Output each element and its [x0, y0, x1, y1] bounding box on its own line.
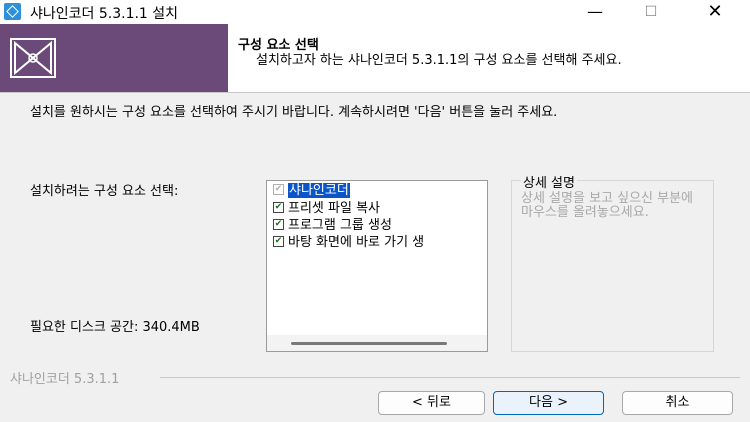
- checkbox-program-group[interactable]: ✔: [273, 219, 284, 230]
- disk-space-label: 필요한 디스크 공간: 340.4MB: [30, 320, 200, 335]
- checkbox-shanaencoder: ✔: [273, 184, 284, 195]
- instruction-text: 설치를 원하시는 구성 요소를 선택하여 주시기 바랍니다. 계속하시려면 '다…: [30, 105, 558, 120]
- banner-side-panel: [0, 24, 228, 92]
- installer-logo-icon: [10, 38, 56, 78]
- maximize-button[interactable]: ☐: [628, 0, 674, 24]
- cancel-button[interactable]: 취소: [622, 391, 733, 415]
- component-item-program-group[interactable]: ✔ 프로그램 그룹 생성: [273, 218, 392, 234]
- close-button[interactable]: ✕: [692, 0, 738, 24]
- component-list[interactable]: ✔ 샤나인코더 ✔ 프리셋 파일 복사 ✔ 프로그램 그룹 생성 ✔ 바탕 화면에 바로…: [266, 180, 488, 352]
- scrollbar-thumb[interactable]: [291, 342, 447, 345]
- installer-app-icon: [4, 3, 21, 20]
- component-item-preset-copy[interactable]: ✔ 프리셋 파일 복사: [273, 201, 380, 217]
- component-label: 샤나인코더: [288, 183, 350, 198]
- component-label: 프리셋 파일 복사: [288, 201, 380, 216]
- window-title: 샤나인코더 5.3.1.1 설치: [30, 6, 179, 22]
- horizontal-scrollbar[interactable]: [267, 335, 487, 351]
- component-item-shanaencoder[interactable]: ✔ 샤나인코더: [273, 183, 350, 199]
- page-title: 구성 요소 선택: [238, 38, 319, 53]
- component-label: 프로그램 그룹 생성: [288, 218, 392, 233]
- brand-text: 샤나인코더 5.3.1.1: [10, 372, 120, 387]
- minimize-button[interactable]: —: [572, 0, 618, 24]
- component-select-label: 설치하려는 구성 요소 선택:: [30, 184, 179, 199]
- component-item-desktop-shortcut[interactable]: ✔ 바탕 화면에 바로 가기 생: [273, 235, 424, 251]
- description-text: 상세 설명을 보고 싶으신 부분에 마우스를 올려놓으세요.: [521, 191, 694, 220]
- back-button[interactable]: < 뒤로: [378, 391, 485, 415]
- header-banner: 구성 요소 선택 설치하고자 하는 샤나인코더 5.3.1.1의 구성 요소를 …: [0, 24, 750, 92]
- footer-divider: [160, 377, 740, 378]
- title-bar: 샤나인코더 5.3.1.1 설치 — ☐ ✕: [0, 0, 750, 24]
- banner-divider: [0, 92, 750, 93]
- checkbox-preset-copy[interactable]: ✔: [273, 202, 284, 213]
- page-description: 설치하고자 하는 샤나인코더 5.3.1.1의 구성 요소를 선택해 주세요.: [256, 53, 622, 68]
- component-label: 바탕 화면에 바로 가기 생: [288, 235, 425, 250]
- description-title: 상세 설명: [521, 172, 577, 191]
- next-button[interactable]: 다음 >: [493, 391, 604, 415]
- checkbox-desktop-shortcut[interactable]: ✔: [273, 236, 284, 247]
